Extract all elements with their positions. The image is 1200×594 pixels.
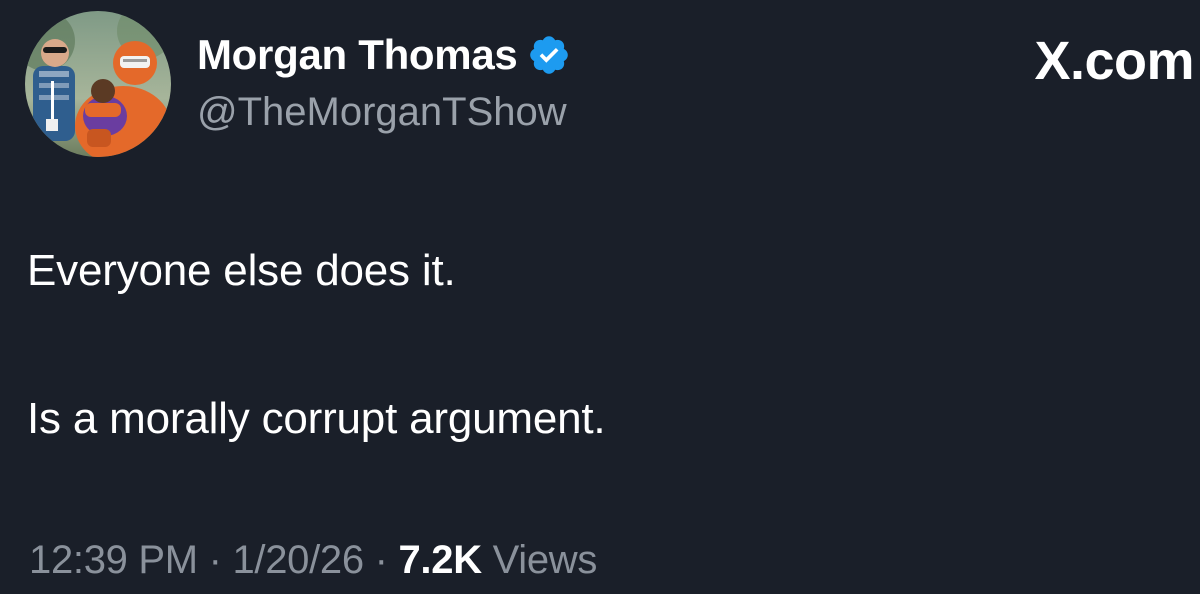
author-name-row: Morgan Thomas: [197, 28, 571, 82]
verified-badge-icon: [530, 36, 569, 74]
tweet-text-line-1: Everyone else does it.: [27, 246, 456, 295]
avatar-photo: [25, 11, 171, 157]
author-handle[interactable]: @TheMorganTShow: [197, 90, 567, 135]
tweet-date[interactable]: 1/20/26: [232, 538, 364, 582]
views-count[interactable]: 7.2K: [398, 538, 482, 582]
tweet-meta: 12:39 PM · 1/20/26 · 7.2K Views: [29, 538, 597, 583]
meta-separator: ·: [363, 538, 399, 582]
tweet-text-line-2: Is a morally corrupt argument.: [27, 394, 606, 443]
avatar[interactable]: [25, 11, 171, 157]
x-brand-label: X.com: [1034, 31, 1194, 91]
meta-separator: ·: [197, 538, 233, 582]
views-label: Views: [481, 538, 598, 582]
tweet-card: Morgan Thomas @TheMorganTShow X.com Ever…: [0, 0, 1200, 594]
author-display-name[interactable]: Morgan Thomas: [197, 31, 518, 79]
tweet-time[interactable]: 12:39 PM: [29, 538, 198, 582]
